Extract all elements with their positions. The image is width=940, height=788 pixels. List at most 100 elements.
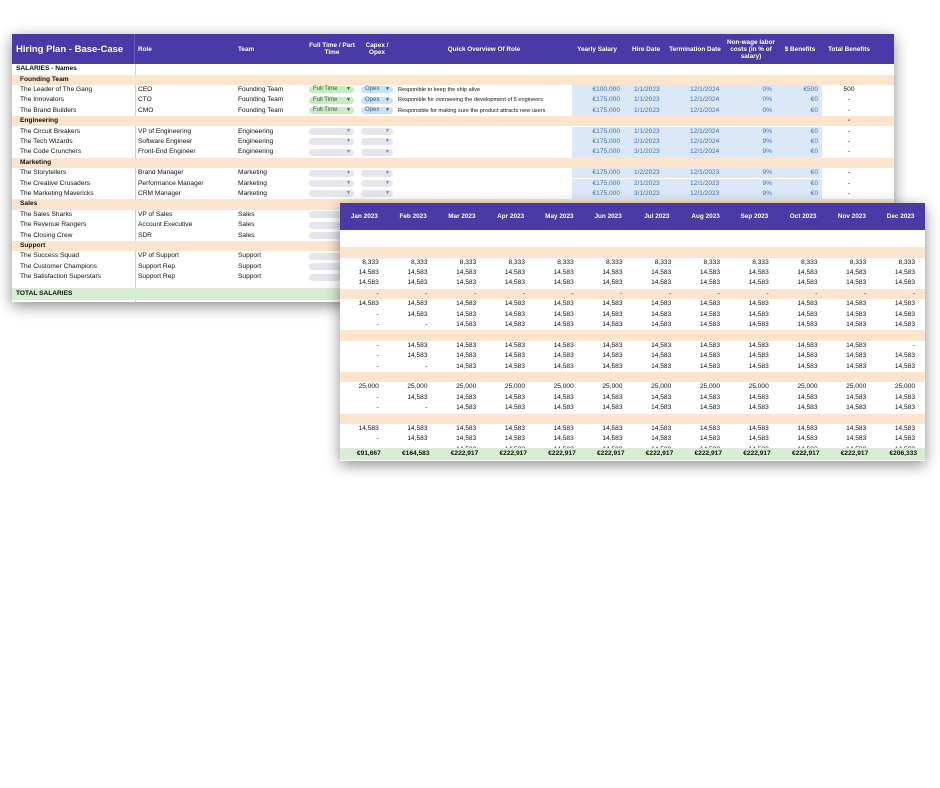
month-value-cell[interactable]: 14,583	[633, 393, 671, 403]
month-value-cell[interactable]: 14,583	[633, 341, 671, 351]
team-cell[interactable]: Engineering	[238, 137, 304, 147]
month-value-cell[interactable]: 14,583	[340, 278, 379, 288]
month-value-cell[interactable]: 8,333	[730, 258, 769, 268]
hire-date-cell[interactable]: 2/1/2023	[634, 179, 674, 189]
hire-date-cell[interactable]: 1/1/2023	[634, 106, 674, 116]
month-value-cell[interactable]: 14,583	[876, 393, 915, 403]
month-value-cell[interactable]: 14,583	[730, 278, 769, 288]
role-cell[interactable]: Support Rep	[138, 262, 236, 272]
month-value-cell[interactable]: 14,583	[730, 320, 769, 330]
team-cell[interactable]: Sales	[238, 231, 304, 241]
month-value-cell[interactable]: 14,583	[779, 393, 817, 403]
capex-dropdown[interactable]: ▼	[361, 190, 393, 198]
month-value-cell[interactable]: 14,583	[584, 434, 622, 444]
hire-date-cell[interactable]: 1/2/2023	[634, 168, 674, 178]
month-value-cell[interactable]: 25,000	[779, 382, 817, 392]
month-value-cell[interactable]: 14,583	[389, 434, 427, 444]
month-value-cell[interactable]: 14,583	[438, 351, 476, 361]
month-value-cell[interactable]: 8,333	[828, 258, 867, 268]
month-value-cell[interactable]: 14,583	[828, 434, 866, 444]
month-value-cell[interactable]: 14,583	[730, 403, 769, 413]
month-value-cell[interactable]: 14,583	[486, 403, 525, 413]
month-value-cell[interactable]: 8,333	[535, 258, 574, 268]
month-value-cell[interactable]: 14,583	[535, 351, 574, 361]
month-value-cell[interactable]: 25,000	[340, 382, 379, 392]
month-value-cell[interactable]: 14,583	[633, 362, 671, 372]
hire-date-cell[interactable]: 1/1/2023	[634, 95, 674, 105]
month-value-cell[interactable]: 14,583	[779, 341, 817, 351]
month-value-cell[interactable]: 14,583	[730, 434, 769, 444]
month-value-cell[interactable]: 8,333	[486, 258, 525, 268]
month-value-cell[interactable]: 14,583	[438, 424, 476, 434]
month-value-cell[interactable]: 14,583	[486, 362, 525, 372]
month-value-cell[interactable]: 14,583	[828, 310, 866, 320]
month-value-cell[interactable]: 25,000	[681, 382, 720, 392]
month-value-cell[interactable]: 14,583	[828, 299, 866, 309]
role-cell[interactable]: Brand Manager	[138, 168, 236, 178]
salary-cell[interactable]: €175,000	[572, 189, 620, 199]
month-value-cell[interactable]: 14,583	[730, 351, 769, 361]
month-value-cell[interactable]: -	[828, 289, 866, 299]
overview-cell[interactable]: Responible for overseeing the developmen…	[398, 95, 570, 105]
nonwage-cell[interactable]: 9%	[724, 137, 772, 147]
month-value-cell[interactable]: 14,583	[876, 362, 915, 372]
month-value-cell[interactable]: 14,583	[779, 362, 817, 372]
role-cell[interactable]: VP of Sales	[138, 210, 236, 220]
month-value-cell[interactable]: 14,583	[389, 310, 427, 320]
month-value-cell[interactable]: 8,333	[681, 258, 720, 268]
month-value-cell[interactable]: 14,583	[876, 278, 915, 288]
month-value-cell[interactable]: -	[389, 320, 427, 330]
role-cell[interactable]: VP of Support	[138, 251, 236, 261]
month-value-cell[interactable]: 14,583	[584, 424, 622, 434]
month-value-cell[interactable]: 14,583	[438, 310, 476, 320]
month-value-cell[interactable]: 25,000	[486, 382, 525, 392]
role-cell[interactable]: VP of Engineering	[138, 127, 236, 137]
role-cell[interactable]: CRM Manager	[138, 189, 236, 199]
month-value-cell[interactable]: 14,583	[584, 278, 622, 288]
capex-dropdown[interactable]: ▼	[361, 138, 393, 146]
team-cell[interactable]: Sales	[238, 210, 304, 220]
month-value-cell[interactable]: 14,583	[438, 299, 476, 309]
role-cell[interactable]: CEO	[138, 85, 236, 95]
hire-date-cell[interactable]: 3/1/2023	[634, 147, 674, 157]
month-value-cell[interactable]: -	[438, 289, 476, 299]
month-value-cell[interactable]: 14,583	[535, 341, 574, 351]
nonwage-cell[interactable]: 9%	[724, 127, 772, 137]
month-value-cell[interactable]: 25,000	[633, 382, 671, 392]
benefits-cell[interactable]: €0	[776, 179, 818, 189]
benefits-cell[interactable]: €0	[776, 147, 818, 157]
month-value-cell[interactable]: 14,583	[828, 403, 866, 413]
month-value-cell[interactable]: -	[340, 351, 379, 361]
month-value-cell[interactable]: 14,583	[681, 362, 720, 372]
overview-cell[interactable]: Responible to keep the ship alive	[398, 85, 570, 95]
month-value-cell[interactable]: 8,333	[633, 258, 672, 268]
month-value-cell[interactable]: 14,583	[486, 341, 525, 351]
team-cell[interactable]: Marketing	[238, 179, 304, 189]
capex-dropdown[interactable]: Opex ▼	[361, 96, 393, 104]
month-value-cell[interactable]: 14,583	[633, 320, 671, 330]
month-value-cell[interactable]: 14,583	[389, 268, 427, 278]
role-cell[interactable]: Account Executive	[138, 220, 236, 230]
month-value-cell[interactable]: 14,583	[730, 310, 769, 320]
month-value-cell[interactable]: 14,583	[633, 278, 671, 288]
month-value-cell[interactable]: 14,583	[779, 299, 817, 309]
month-value-cell[interactable]: 14,583	[730, 393, 769, 403]
month-value-cell[interactable]: 14,583	[340, 268, 379, 278]
month-value-cell[interactable]: 14,583	[633, 268, 671, 278]
hire-date-cell[interactable]: 1/1/2023	[634, 85, 674, 95]
month-value-cell[interactable]: 25,000	[438, 382, 476, 392]
month-value-cell[interactable]: 14,583	[486, 320, 525, 330]
month-value-cell[interactable]: 14,583	[681, 268, 720, 278]
month-value-cell[interactable]: -	[340, 341, 379, 351]
capex-dropdown[interactable]: Opex ▼	[361, 86, 393, 94]
month-value-cell[interactable]: 14,583	[486, 299, 525, 309]
role-cell[interactable]: CTO	[138, 95, 236, 105]
month-value-cell[interactable]: 14,583	[438, 434, 476, 444]
month-value-cell[interactable]: -	[633, 289, 671, 299]
month-value-cell[interactable]: -	[584, 289, 622, 299]
month-value-cell[interactable]: 25,000	[389, 382, 427, 392]
nonwage-cell[interactable]: 9%	[724, 179, 772, 189]
month-value-cell[interactable]: 14,583	[828, 278, 866, 288]
month-value-cell[interactable]: 14,583	[681, 320, 720, 330]
month-value-cell[interactable]: 14,583	[438, 362, 476, 372]
